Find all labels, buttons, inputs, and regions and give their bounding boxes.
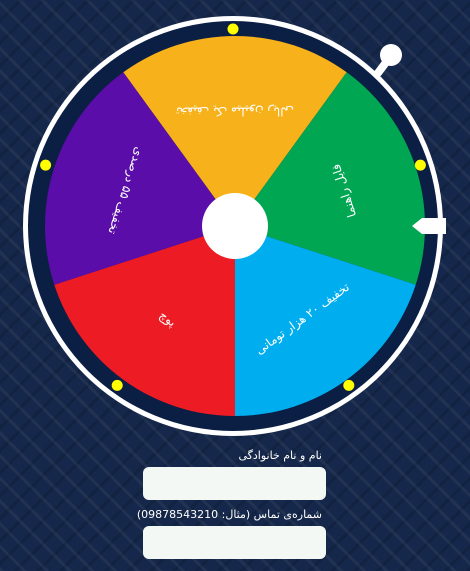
phone-input[interactable] [143,526,326,559]
name-input[interactable] [143,467,326,500]
name-label: نام و نام خانوادگی [238,449,322,462]
wheel-segment-label: تخفیف یک میلیون ریالی [176,104,294,119]
pointer-pin-icon [374,44,402,77]
prize-wheel[interactable]: تخفیف یک میلیون ریالیفایل راهنماتخفیف ۲۰… [0,0,470,440]
wheel-light [111,379,123,391]
phone-label: شماره‌ی تماس (مثال: 09878543210) [136,508,322,521]
wheel-light [227,23,239,35]
wheel-light [40,159,52,171]
wheel-light [414,159,426,171]
wheel-light [343,379,355,391]
wheel-hub[interactable] [202,193,268,259]
